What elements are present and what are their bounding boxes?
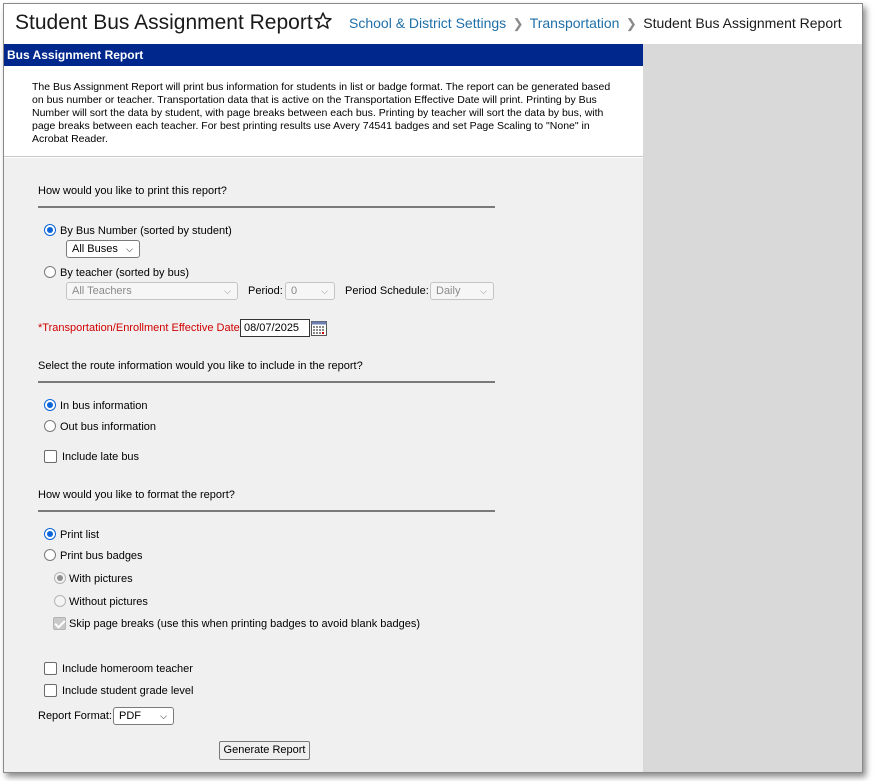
chevron-down-icon: ⌵: [480, 286, 487, 296]
by-teacher-label: By teacher (sorted by bus): [60, 267, 190, 279]
chevron-down-icon: ⌵: [224, 286, 231, 296]
route-question: Select the route information would you l…: [38, 360, 363, 372]
divider: [38, 510, 495, 512]
out-bus-label: Out bus information: [60, 421, 156, 433]
teacher-select-value: All Teachers: [72, 285, 132, 297]
divider: [38, 381, 495, 383]
report-form: How would you like to print this report?…: [4, 158, 643, 772]
report-panel: Bus Assignment Report The Bus Assignment…: [4, 44, 643, 772]
skip-page-breaks-checkbox[interactable]: [53, 617, 66, 630]
by-bus-number-radio[interactable]: [44, 224, 56, 236]
divider: [4, 156, 643, 157]
divider: [38, 206, 495, 208]
report-format-value: PDF: [119, 710, 141, 722]
print-badges-label: Print bus badges: [60, 550, 143, 562]
chevron-down-icon: ⌵: [160, 711, 167, 721]
without-pictures-label: Without pictures: [69, 596, 148, 608]
with-pictures-radio[interactable]: [54, 572, 66, 584]
print-list-radio[interactable]: [44, 528, 56, 540]
teacher-select[interactable]: All Teachers ⌵: [66, 282, 238, 300]
report-format-select[interactable]: PDF ⌵: [113, 707, 174, 725]
chevron-down-icon: ⌵: [321, 286, 328, 296]
breadcrumb-school-district-settings[interactable]: School & District Settings: [349, 15, 506, 31]
by-teacher-radio[interactable]: [44, 266, 56, 278]
title-bar: Student Bus Assignment Report School & D…: [4, 4, 862, 44]
breadcrumb: School & District Settings ❯ Transportat…: [349, 15, 842, 32]
homeroom-label: Include homeroom teacher: [62, 663, 193, 675]
in-bus-label: In bus information: [60, 400, 148, 412]
breadcrumb-transportation[interactable]: Transportation: [530, 15, 620, 31]
breadcrumb-current: Student Bus Assignment Report: [643, 15, 842, 31]
period-schedule-label: Period Schedule:: [345, 285, 429, 297]
star-icon[interactable]: [313, 11, 333, 31]
print-list-label: Print list: [60, 529, 100, 541]
app-window: Student Bus Assignment Report School & D…: [3, 3, 863, 773]
chevron-right-icon: ❯: [512, 16, 524, 31]
chevron-down-icon: ⌵: [126, 244, 133, 254]
bus-select-value: All Buses: [72, 243, 118, 255]
grade-level-checkbox[interactable]: [44, 684, 57, 697]
period-schedule-value: Daily: [436, 285, 461, 297]
by-bus-number-label: By Bus Number (sorted by student): [60, 225, 232, 237]
skip-page-breaks-label: Skip page breaks (use this when printing…: [69, 618, 421, 630]
homeroom-checkbox[interactable]: [44, 662, 57, 675]
period-select[interactable]: 0 ⌵: [285, 282, 335, 300]
calendar-icon[interactable]: [311, 321, 327, 336]
print-badges-radio[interactable]: [44, 549, 56, 561]
period-schedule-select[interactable]: Daily ⌵: [430, 282, 494, 300]
without-pictures-radio[interactable]: [54, 595, 66, 607]
grade-level-label: Include student grade level: [62, 685, 194, 697]
out-bus-radio[interactable]: [44, 420, 56, 432]
in-bus-radio[interactable]: [44, 399, 56, 411]
page-title: Student Bus Assignment Report: [15, 11, 313, 34]
chevron-right-icon: ❯: [625, 16, 637, 31]
with-pictures-label: With pictures: [69, 573, 133, 585]
print-question: How would you like to print this report?: [38, 185, 227, 197]
period-select-value: 0: [291, 285, 298, 297]
format-question: How would you like to format the report?: [38, 489, 235, 501]
bus-select[interactable]: All Buses ⌵: [66, 240, 140, 258]
report-description: The Bus Assignment Report will print bus…: [32, 81, 611, 145]
effective-date-label: *Transportation/Enrollment Effective Dat…: [38, 322, 243, 334]
report-format-label: Report Format:: [38, 710, 112, 722]
generate-report-button[interactable]: Generate Report: [219, 741, 310, 760]
period-label: Period:: [248, 285, 283, 297]
effective-date-input[interactable]: 08/07/2025: [240, 319, 310, 337]
panel-title: Bus Assignment Report: [4, 44, 643, 66]
late-bus-label: Include late bus: [62, 451, 140, 463]
late-bus-checkbox[interactable]: [44, 450, 57, 463]
